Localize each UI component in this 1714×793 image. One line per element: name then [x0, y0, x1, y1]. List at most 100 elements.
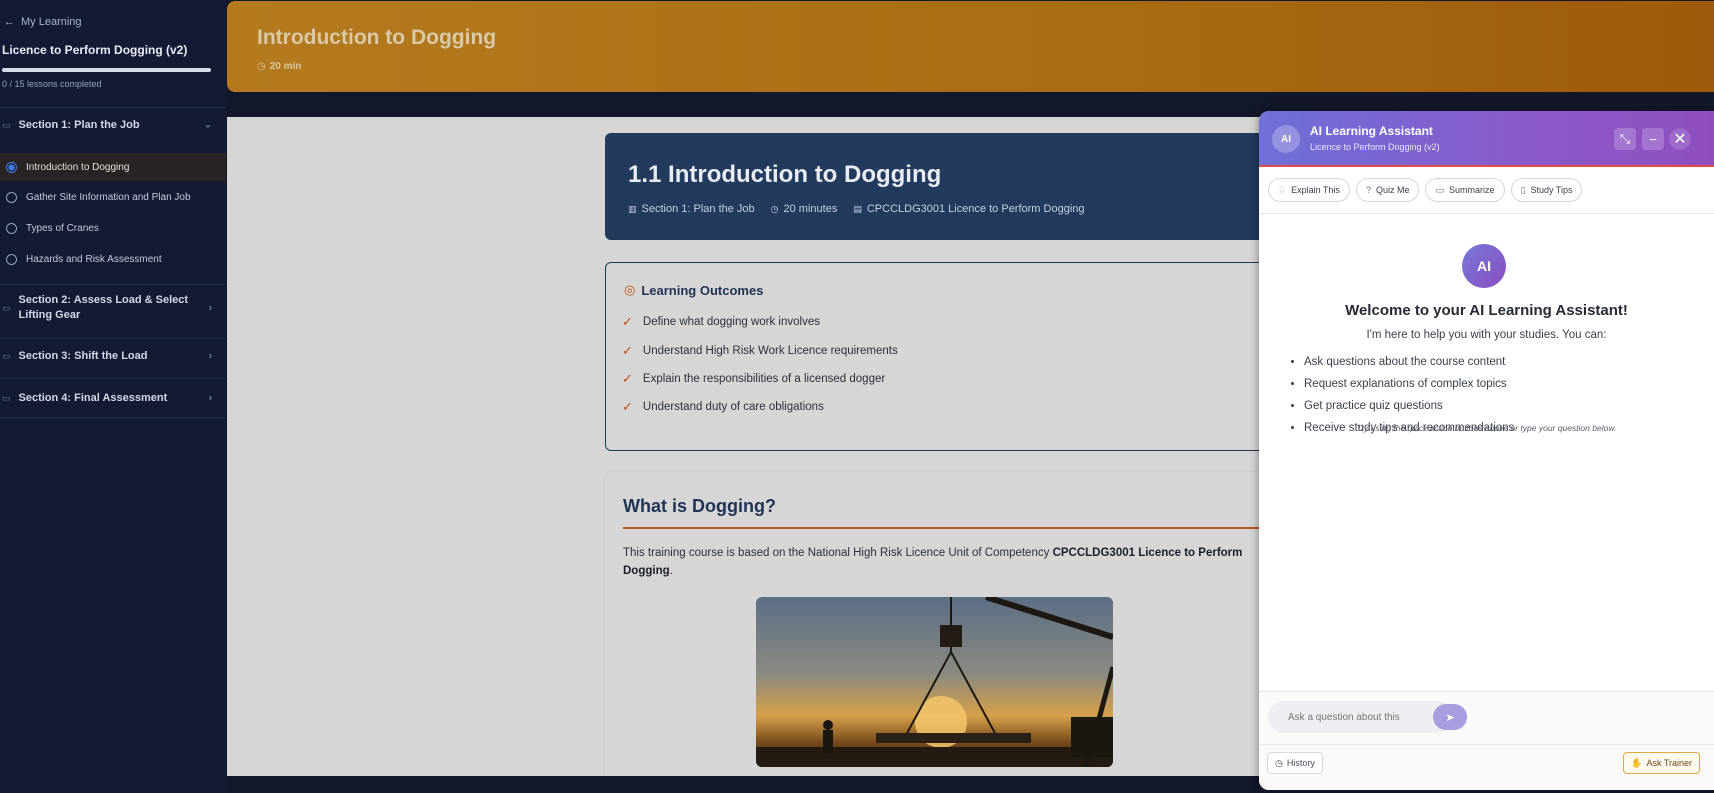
body-text-end: .	[669, 565, 673, 577]
minimize-icon[interactable]: −	[1642, 128, 1664, 150]
clock-icon: ◷	[257, 61, 266, 72]
outcome-text: Understand High Risk Work Licence requir…	[642, 345, 898, 357]
hero-duration-text: 20 min	[269, 61, 302, 72]
folder-icon: ▭	[2, 392, 11, 403]
section-divider	[623, 527, 1272, 529]
question-input[interactable]	[1288, 711, 1403, 723]
study-tips-button[interactable]: ▯ Study Tips	[1510, 178, 1583, 202]
outcome-item: ✓ Understand High Risk Work Licence requi…	[622, 343, 898, 359]
quiz-me-button[interactable]: ? Quiz Me	[1355, 178, 1420, 202]
section-4[interactable]: ▭ Section 4: Final Assessment ›	[0, 378, 226, 418]
chevron-right-icon: ›	[208, 392, 212, 404]
lesson-item-types-of-cranes[interactable]: Types of Cranes	[0, 214, 226, 242]
section-1[interactable]: ▭ Section 1: Plan the Job ⌄	[0, 107, 226, 142]
main-area: Introduction to Dogging ◷ 20 min 1.1 Int…	[226, 0, 1714, 793]
history-label: History	[1286, 758, 1315, 768]
close-icon[interactable]: ✕	[1669, 128, 1691, 150]
lesson-label: Gather Site Information and Plan Job	[26, 191, 191, 203]
quick-action-label: Study Tips	[1530, 185, 1573, 195]
progress-text: 0 / 15 lessons completed	[2, 79, 102, 89]
lightbulb-icon: ♢	[1278, 184, 1287, 195]
section-title: Section 4: Final Assessment	[18, 392, 168, 404]
lesson-duration-text: 20 minutes	[783, 203, 838, 215]
lesson-status-icon	[6, 161, 17, 173]
course-title: Licence to Perform Dogging (v2)	[2, 43, 188, 57]
chevron-right-icon: ›	[208, 350, 212, 362]
lesson-section-text: Section 1: Plan the Job	[641, 203, 755, 215]
course-progress-bar	[2, 68, 211, 72]
outcome-item: ✓ Define what dogging work involves	[622, 314, 820, 330]
arrow-left-icon: ←	[4, 16, 15, 28]
assistant-welcome-avatar: AI	[1462, 244, 1506, 288]
course-sidebar: ← My Learning Licence to Perform Dogging…	[0, 0, 226, 793]
outcome-text: Explain the responsibilities of a licens…	[642, 373, 886, 385]
outcome-text: Understand duty of care obligations	[642, 401, 824, 413]
document-icon: ▭	[1435, 184, 1444, 195]
quick-action-label: Summarize	[1448, 185, 1495, 195]
timer-icon: ◷	[770, 204, 779, 214]
chevron-right-icon: ›	[208, 302, 212, 314]
assistant-title: AI Learning Assistant	[1310, 124, 1433, 138]
trainer-icon: ✋	[1631, 757, 1643, 768]
back-to-my-learning-link[interactable]: ← My Learning	[4, 16, 82, 28]
collapse-icon[interactable]: ⤡	[1614, 128, 1636, 150]
check-icon: ✓	[622, 399, 633, 414]
question-icon: ?	[1365, 185, 1371, 195]
lesson-header-card: 1.1 Introduction to Dogging ▥ Section 1: …	[605, 133, 1272, 240]
history-button[interactable]: ◷ History	[1267, 752, 1323, 774]
section-2[interactable]: ▭ Section 2: Assess Load & Select Liftin…	[0, 284, 226, 331]
explain-this-button[interactable]: ♢ Explain This	[1268, 178, 1350, 202]
lesson-item-hazards[interactable]: Hazards and Risk Assessment	[0, 245, 226, 273]
check-icon: ✓	[622, 343, 633, 358]
folder-icon: ▭	[2, 302, 11, 313]
lesson-item-gather-site[interactable]: Gather Site Information and Plan Job	[0, 183, 226, 211]
section-3[interactable]: ▭ Section 3: Shift the Load ›	[0, 338, 226, 373]
assistant-subtitle: Licence to Perform Dogging (v2)	[1310, 142, 1440, 152]
lesson-status-icon	[6, 253, 17, 265]
course-progress-fill	[2, 68, 211, 72]
learning-outcomes-title: ◎ Learning Outcomes	[624, 282, 763, 298]
capability-item: Request explanations of complex topics	[1304, 373, 1514, 395]
question-input-wrapper	[1268, 701, 1454, 733]
lesson-section-meta: ▥ Section 1: Plan the Job	[628, 203, 755, 215]
assistant-input-area: ➤ ◷History ✋Ask Trainer	[1259, 691, 1714, 790]
summarize-button[interactable]: ▭ Summarize	[1425, 178, 1505, 202]
outcome-text: Define what dogging work involves	[642, 316, 820, 328]
lesson-status-icon	[6, 222, 17, 234]
what-is-dogging-text: This training course is based on the Nat…	[623, 544, 1243, 580]
welcome-heading: Welcome to your AI Learning Assistant!	[1345, 302, 1628, 319]
document-icon: ▤	[853, 204, 862, 214]
learning-outcomes-card: ◎ Learning Outcomes ✓ Define what dogging…	[605, 262, 1272, 451]
lesson-label: Hazards and Risk Assessment	[26, 253, 162, 265]
hero-title: Introduction to Dogging	[257, 26, 497, 49]
lesson-content[interactable]: 1.1 Introduction to Dogging ▥ Section 1: …	[227, 117, 1272, 776]
check-icon: ✓	[622, 314, 633, 329]
lesson-unit-text: CPCCLDG3001 Licence to Perform Dogging	[866, 203, 1085, 215]
lesson-status-icon	[6, 191, 17, 203]
history-icon: ◷	[1275, 757, 1283, 768]
folder-icon: ▭	[2, 350, 11, 361]
lesson-label: Introduction to Dogging	[26, 161, 130, 173]
hero-duration: ◷ 20 min	[257, 61, 301, 72]
lesson-item-introduction[interactable]: Introduction to Dogging	[0, 153, 226, 181]
lesson-unit-meta: ▤ CPCCLDG3001 Licence to Perform Dogging	[853, 203, 1084, 215]
check-icon: ✓	[622, 371, 633, 386]
target-icon: ◎	[624, 282, 636, 297]
divider	[1259, 213, 1714, 214]
ai-assistant-panel: AI AI Learning Assistant Licence to Perf…	[1259, 111, 1714, 790]
section-title: Section 2: Assess Load & Select Lifting …	[18, 294, 189, 321]
outcome-item: ✓ Explain the responsibilities of a licen…	[622, 371, 885, 387]
quick-action-label: Quiz Me	[1375, 185, 1410, 195]
help-text: I'm here to help you with your studies. …	[1366, 329, 1607, 341]
body-text: This training course is based on the Nat…	[623, 547, 1053, 559]
assistant-avatar: AI	[1272, 125, 1300, 153]
ask-trainer-button[interactable]: ✋ Ask Trainer	[1623, 752, 1700, 774]
lesson-hero-banner: Introduction to Dogging ◷ 20 min	[227, 1, 1714, 92]
what-is-dogging-card: What is Dogging? This training course is…	[605, 472, 1272, 776]
outcome-item: ✓ Understand duty of care obligations	[622, 399, 824, 415]
section-title: Section 1: Plan the Job	[18, 119, 140, 131]
footer-divider	[1259, 744, 1714, 745]
learning-outcomes-heading: Learning Outcomes	[641, 282, 764, 298]
crane-sunset-image	[756, 597, 1113, 767]
send-button[interactable]: ➤	[1433, 704, 1467, 730]
